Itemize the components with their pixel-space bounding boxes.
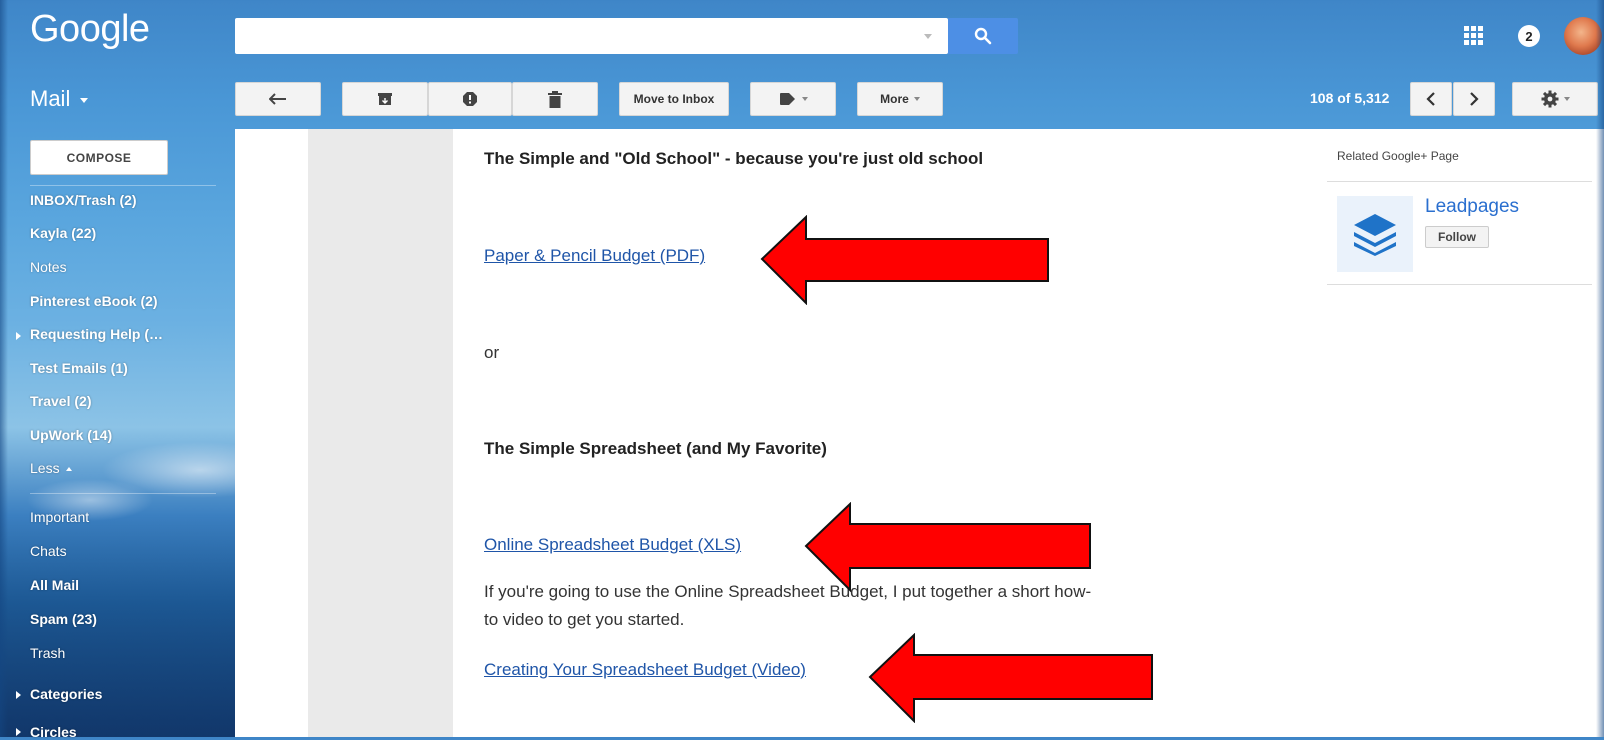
sidebar-item-circles[interactable]: Circles (30, 724, 77, 740)
sidebar-item-spam[interactable]: Spam (23) (30, 611, 97, 627)
sidebar-item-travel[interactable]: Travel (2) (30, 393, 91, 409)
mail-menu[interactable]: Mail (30, 86, 89, 112)
chevron-up-icon (66, 467, 73, 472)
sidebar-item-notes[interactable]: Notes (30, 259, 67, 275)
sidebar-item-chats[interactable]: Chats (30, 543, 67, 559)
leadpages-logo[interactable] (1337, 196, 1413, 272)
more-label: More (880, 92, 909, 106)
search-input[interactable] (235, 18, 948, 54)
search-button[interactable] (948, 18, 1018, 54)
expand-arrow-icon[interactable] (16, 332, 21, 340)
back-button[interactable] (235, 82, 321, 116)
back-arrow-icon (269, 93, 286, 105)
email-heading-old-school: The Simple and "Old School" - because yo… (484, 149, 984, 168)
sidebar-item-all-mail[interactable]: All Mail (30, 577, 79, 593)
email-heading-spreadsheet: The Simple Spreadsheet (and My Favorite) (484, 439, 827, 458)
creating-spreadsheet-video-link[interactable]: Creating Your Spreadsheet Budget (Video) (484, 660, 806, 680)
chevron-down-icon (80, 97, 89, 103)
avatar[interactable] (1564, 17, 1602, 55)
mail-label: Mail (30, 86, 71, 111)
red-arrow-3 (868, 633, 1153, 723)
less-label: Less (30, 460, 60, 476)
right-rail-divider (1327, 181, 1592, 182)
labels-button[interactable] (750, 82, 836, 116)
apps-grid-icon[interactable] (1464, 26, 1484, 46)
sidebar-item-important[interactable]: Important (30, 509, 89, 525)
sidebar-item-test-emails[interactable]: Test Emails (1) (30, 360, 128, 376)
related-page-title: Related Google+ Page (1337, 149, 1459, 163)
search-options-caret-icon[interactable] (924, 34, 932, 39)
sidebar-item-pinterest-ebook[interactable]: Pinterest eBook (2) (30, 293, 158, 309)
more-button[interactable]: More (857, 82, 943, 116)
archive-button[interactable] (342, 82, 428, 116)
google-logo[interactable]: Google (30, 8, 150, 51)
leadpages-name-link[interactable]: Leadpages (1425, 196, 1519, 218)
spam-icon (463, 92, 477, 106)
sidebar-item-less[interactable]: Less (30, 460, 73, 476)
follow-button[interactable]: Follow (1425, 226, 1489, 248)
layers-icon (1354, 214, 1396, 256)
sidebar-divider (30, 493, 216, 494)
notification-badge[interactable]: 2 (1518, 25, 1540, 47)
report-spam-button[interactable] (428, 82, 512, 116)
chevron-down-icon (801, 97, 808, 101)
settings-button[interactable] (1512, 82, 1598, 116)
gear-icon (1541, 90, 1558, 108)
newer-button[interactable] (1410, 82, 1452, 116)
sidebar-item-requesting-help[interactable]: Requesting Help (… (30, 326, 163, 342)
message-count: 108 of 5,312 (1310, 90, 1390, 106)
right-rail-divider (1327, 284, 1592, 285)
sidebar-divider (30, 185, 216, 186)
label-tag-icon (779, 93, 795, 105)
chevron-left-icon (1426, 92, 1435, 106)
delete-button[interactable] (512, 82, 598, 116)
red-arrow-2 (804, 502, 1091, 592)
trash-icon (548, 90, 562, 108)
online-spreadsheet-budget-link[interactable]: Online Spreadsheet Budget (XLS) (484, 535, 741, 555)
sidebar-item-inbox-trash[interactable]: INBOX/Trash (2) (30, 192, 137, 208)
chevron-down-icon (913, 97, 920, 101)
archive-icon (378, 93, 392, 105)
sidebar-item-kayla[interactable]: Kayla (22) (30, 225, 96, 241)
sidebar-item-categories[interactable]: Categories (30, 686, 102, 702)
expand-arrow-icon[interactable] (16, 691, 21, 699)
expand-arrow-icon[interactable] (16, 728, 21, 736)
search-icon (974, 27, 992, 45)
chevron-down-icon (1563, 97, 1570, 101)
paper-pencil-budget-link[interactable]: Paper & Pencil Budget (PDF) (484, 246, 705, 266)
move-to-inbox-button[interactable]: Move to Inbox (619, 82, 729, 116)
older-button[interactable] (1453, 82, 1495, 116)
sidebar-item-trash[interactable]: Trash (30, 645, 65, 661)
red-arrow-1 (760, 215, 1049, 305)
chevron-right-icon (1470, 92, 1479, 106)
compose-button[interactable]: COMPOSE (30, 140, 168, 175)
move-to-inbox-label: Move to Inbox (633, 92, 715, 106)
sidebar-item-upwork[interactable]: UpWork (14) (30, 427, 112, 443)
or-text: or (484, 343, 500, 362)
